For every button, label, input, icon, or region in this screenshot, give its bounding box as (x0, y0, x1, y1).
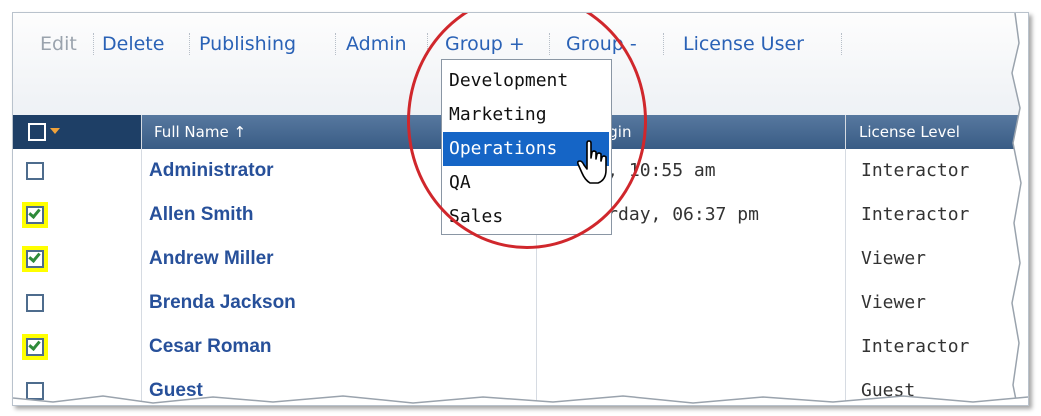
toolbar-separator (93, 33, 94, 55)
user-name-link[interactable]: Andrew Miller (149, 237, 274, 281)
menu-item-development[interactable]: Development (443, 64, 609, 98)
menu-item-marketing[interactable]: Marketing (443, 98, 609, 132)
user-name-link[interactable]: Guest (149, 369, 203, 405)
select-all-checkbox[interactable] (28, 123, 46, 141)
license-level: Interactor (861, 160, 970, 181)
table-row[interactable]: Cesar Roman Interactor (13, 325, 1028, 369)
row-checkbox[interactable] (26, 206, 44, 224)
toolbar-separator (189, 33, 190, 55)
toolbar-separator (427, 33, 428, 55)
check-icon (28, 250, 41, 263)
row-checkbox[interactable] (26, 294, 44, 312)
license-level: Interactor (861, 336, 970, 357)
group-add-button[interactable]: Group + (445, 30, 525, 58)
license-user-button[interactable]: License User (683, 30, 804, 58)
user-name-link[interactable]: Administrator (149, 149, 274, 193)
select-menu-caret-icon[interactable] (50, 128, 60, 134)
toolbar-separator (335, 33, 336, 55)
table-row[interactable]: Brenda Jackson Viewer (13, 281, 1028, 325)
user-name-link[interactable]: Brenda Jackson (149, 281, 296, 325)
row-checkbox-highlight (22, 246, 48, 272)
menu-item-sales[interactable]: Sales (443, 200, 609, 234)
row-checkbox-wrap (22, 158, 48, 184)
toolbar-separator (549, 33, 550, 55)
row-checkbox-wrap (22, 378, 48, 404)
row-checkbox[interactable] (26, 382, 44, 400)
license-level: Viewer (861, 292, 927, 313)
toolbar-separator (663, 33, 664, 55)
table-row[interactable]: Andrew Miller Viewer (13, 237, 1028, 281)
table-row[interactable]: Guest Guest (13, 369, 1028, 405)
row-checkbox[interactable] (26, 162, 44, 180)
users-panel: Edit Delete Publishing Admin Group + Gro… (12, 12, 1029, 406)
publishing-button[interactable]: Publishing (199, 30, 296, 58)
row-checkbox-highlight (22, 334, 48, 360)
admin-button[interactable]: Admin (346, 30, 407, 58)
row-checkbox[interactable] (26, 250, 44, 268)
row-checkbox[interactable] (26, 338, 44, 356)
column-full-name[interactable]: Full Name ↑ (154, 115, 246, 149)
check-icon (28, 206, 41, 219)
user-name-link[interactable]: Cesar Roman (149, 325, 272, 369)
hand-cursor-icon (576, 140, 607, 184)
check-icon (28, 338, 41, 351)
row-checkbox-wrap (22, 290, 48, 316)
edit-button[interactable]: Edit (40, 30, 77, 58)
toolbar-separator (841, 33, 842, 55)
delete-button[interactable]: Delete (102, 30, 164, 58)
license-level: Viewer (861, 248, 927, 269)
column-license-level[interactable]: License Level (859, 115, 960, 149)
license-level: Interactor (861, 204, 970, 225)
row-checkbox-highlight (22, 202, 48, 228)
group-remove-button[interactable]: Group - (566, 30, 637, 58)
user-name-link[interactable]: Allen Smith (149, 193, 254, 237)
license-level: Guest (861, 380, 916, 401)
